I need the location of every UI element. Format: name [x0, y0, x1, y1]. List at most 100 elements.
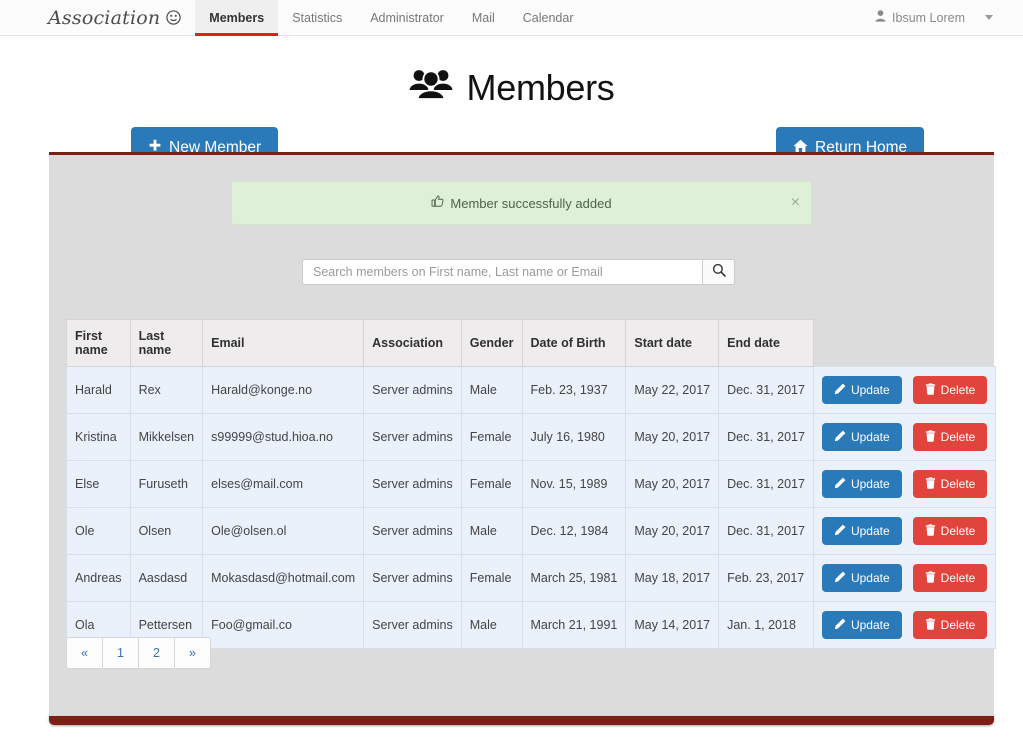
- cell-email: Mokasdasd@hotmail.com: [202, 554, 365, 602]
- cell-end-date: Dec. 31, 2017: [718, 413, 814, 461]
- nav-tab-calendar[interactable]: Calendar: [509, 0, 588, 35]
- search-input[interactable]: [302, 259, 702, 285]
- cell-start-date: May 20, 2017: [625, 460, 720, 508]
- alert-content: Member successfully added: [431, 195, 612, 211]
- nav-tab-label: Members: [209, 10, 265, 25]
- cell-actions: Update Delete: [812, 601, 997, 649]
- pagination-first[interactable]: «: [66, 637, 102, 669]
- members-table: First name Last name Email Association G…: [66, 319, 997, 649]
- update-button[interactable]: Update: [821, 376, 902, 404]
- success-alert: Member successfully added ×: [231, 181, 812, 225]
- column-header-end-date[interactable]: End date: [718, 319, 814, 367]
- trash-icon: [925, 524, 936, 538]
- cell-first-name: Harald: [66, 366, 131, 414]
- cell-start-date: May 22, 2017: [625, 366, 720, 414]
- update-button[interactable]: Update: [821, 611, 902, 639]
- pagination-page-2[interactable]: 2: [138, 637, 174, 669]
- delete-button[interactable]: Delete: [912, 564, 988, 592]
- delete-button[interactable]: Delete: [912, 470, 988, 498]
- cell-association: Server admins: [363, 507, 462, 555]
- table-row: Kristina Mikkelsen s99999@stud.hioa.no Serv…: [66, 413, 997, 461]
- cell-actions: Update Delete: [812, 413, 997, 461]
- update-button[interactable]: Update: [821, 517, 902, 545]
- nav-tab-label: Statistics: [292, 10, 343, 25]
- cell-gender: Female: [460, 413, 523, 461]
- update-label: Update: [850, 477, 890, 491]
- members-table-container: First name Last name Email Association G…: [66, 319, 997, 649]
- delete-button[interactable]: Delete: [912, 611, 988, 639]
- cell-actions: Update Delete: [812, 460, 997, 508]
- page-title-text: Members: [466, 66, 615, 108]
- table-body: Harald Rex Harald@konge.no Server admins Mal…: [66, 366, 997, 649]
- cell-last-name: Rex: [129, 366, 204, 414]
- cell-first-name: Andreas: [66, 554, 131, 602]
- nav-tab-administrator[interactable]: Administrator: [356, 0, 458, 35]
- cell-first-name: Else: [66, 460, 131, 508]
- user-icon: [875, 10, 886, 25]
- table-row: Harald Rex Harald@konge.no Server admins Mal…: [66, 366, 997, 414]
- pencil-icon: [834, 618, 846, 632]
- cell-end-date: Dec. 31, 2017: [718, 460, 814, 508]
- update-label: Update: [850, 618, 890, 632]
- column-header-association[interactable]: Association: [363, 319, 462, 367]
- update-button[interactable]: Update: [821, 470, 902, 498]
- trash-icon: [925, 571, 936, 585]
- table-row: Ole Olsen Ole@olsen.ol Server admins Male Dec…: [66, 507, 997, 555]
- update-button[interactable]: Update: [821, 423, 902, 451]
- nav-tab-mail[interactable]: Mail: [458, 0, 509, 35]
- user-menu-caret[interactable]: [975, 15, 1015, 20]
- column-header-date-of-birth[interactable]: Date of Birth: [521, 319, 627, 367]
- update-button[interactable]: Update: [821, 564, 902, 592]
- cell-last-name: Furuseth: [129, 460, 204, 508]
- brand-logo[interactable]: Association: [0, 0, 195, 35]
- cell-last-name: Olsen: [129, 507, 204, 555]
- nav-tab-members[interactable]: Members: [195, 0, 279, 36]
- pencil-icon: [834, 477, 846, 491]
- users-group-icon: [409, 66, 453, 109]
- column-header-first-name[interactable]: First name: [66, 319, 131, 367]
- cell-first-name: Ole: [66, 507, 131, 555]
- members-panel: Member successfully added × Fi: [49, 152, 997, 716]
- pagination-last[interactable]: »: [174, 637, 211, 669]
- pagination-page-1[interactable]: 1: [102, 637, 138, 669]
- column-header-email[interactable]: Email: [202, 319, 365, 367]
- nav-tab-label: Administrator: [370, 10, 444, 25]
- top-navbar: Association Members Statistics Administr…: [0, 0, 1023, 36]
- delete-button[interactable]: Delete: [912, 376, 988, 404]
- pencil-icon: [834, 524, 846, 538]
- cell-association: Server admins: [363, 601, 462, 649]
- column-header-last-name[interactable]: Last name: [129, 319, 204, 367]
- cell-email: Ole@olsen.ol: [202, 507, 365, 555]
- cell-date-of-birth: July 16, 1980: [521, 413, 627, 461]
- nav-tab-statistics[interactable]: Statistics: [278, 0, 356, 35]
- pencil-icon: [834, 430, 846, 444]
- column-header-start-date[interactable]: Start date: [625, 319, 720, 367]
- column-header-gender[interactable]: Gender: [460, 319, 523, 367]
- alert-close-button[interactable]: ×: [791, 195, 800, 211]
- cell-association: Server admins: [363, 460, 462, 508]
- cell-start-date: May 20, 2017: [625, 413, 720, 461]
- cell-actions: Update Delete: [812, 366, 997, 414]
- brand-label: Association: [48, 6, 161, 29]
- cell-gender: Male: [460, 366, 523, 414]
- user-name: Ibsum Lorem: [892, 10, 965, 25]
- cell-last-name: Aasdasd: [129, 554, 204, 602]
- cell-association: Server admins: [363, 413, 462, 461]
- cell-start-date: May 20, 2017: [625, 507, 720, 555]
- cell-end-date: Dec. 31, 2017: [718, 507, 814, 555]
- cell-actions: Update Delete: [812, 554, 997, 602]
- cell-gender: Female: [460, 554, 523, 602]
- trash-icon: [925, 477, 936, 491]
- search-button[interactable]: [702, 259, 735, 285]
- cell-gender: Male: [460, 507, 523, 555]
- cell-end-date: Jan. 1, 2018: [718, 601, 814, 649]
- table-row: Else Furuseth elses@mail.com Server admins F…: [66, 460, 997, 508]
- pencil-icon: [834, 383, 846, 397]
- delete-button[interactable]: Delete: [912, 517, 988, 545]
- cell-date-of-birth: March 25, 1981: [521, 554, 627, 602]
- user-menu[interactable]: Ibsum Lorem: [865, 10, 975, 25]
- cell-gender: Male: [460, 601, 523, 649]
- column-header-actions: [813, 320, 995, 367]
- thumbs-up-icon: [431, 195, 444, 211]
- delete-button[interactable]: Delete: [912, 423, 988, 451]
